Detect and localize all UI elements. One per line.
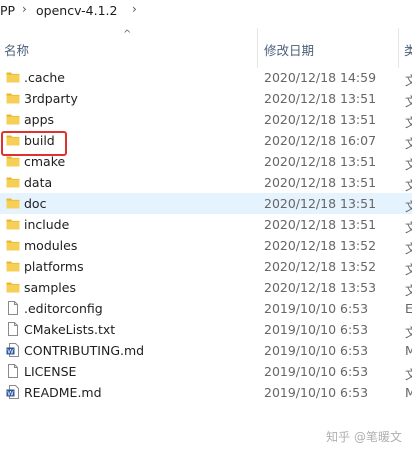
file-row[interactable]: doc 2020/12/18 13:51 文 <box>0 193 412 214</box>
file-name: include <box>24 217 70 232</box>
svg-text:W: W <box>7 348 14 356</box>
file-icon <box>6 301 20 315</box>
folder-icon <box>6 112 20 126</box>
file-date-modified: 2020/12/18 13:51 <box>264 112 377 127</box>
breadcrumb-separator: › <box>22 2 27 16</box>
file-row[interactable]: modules 2020/12/18 13:52 文 <box>0 235 412 256</box>
file-icon <box>6 322 20 336</box>
file-row[interactable]: .cache 2020/12/18 14:59 文 <box>0 67 412 88</box>
folder-icon <box>6 70 20 84</box>
file-name: README.md <box>24 385 102 400</box>
file-row[interactable]: .editorconfig 2019/10/10 6:53 E <box>0 298 412 319</box>
file-name: platforms <box>24 259 84 274</box>
sort-ascending-icon: ^ <box>123 29 132 40</box>
word-document-icon: W <box>6 343 20 357</box>
breadcrumb-separator: › <box>132 2 137 16</box>
file-date-modified: 2019/10/10 6:53 <box>264 343 369 358</box>
file-date-modified: 2019/10/10 6:53 <box>264 364 369 379</box>
breadcrumb-item-parent[interactable]: PP <box>0 3 15 18</box>
file-date-modified: 2020/12/18 13:51 <box>264 196 377 211</box>
file-row[interactable]: data 2020/12/18 13:51 文 <box>0 172 412 193</box>
file-name: .editorconfig <box>24 301 103 316</box>
file-name: 3rdparty <box>24 91 78 106</box>
file-row[interactable]: platforms 2020/12/18 13:52 文 <box>0 256 412 277</box>
file-date-modified: 2020/12/18 13:51 <box>264 217 377 232</box>
file-name: CONTRIBUTING.md <box>24 343 145 358</box>
file-name: samples <box>24 280 76 295</box>
folder-icon <box>6 238 20 252</box>
file-row[interactable]: include 2020/12/18 13:51 文 <box>0 214 412 235</box>
file-row[interactable]: apps 2020/12/18 13:51 文 <box>0 109 412 130</box>
folder-icon <box>6 154 20 168</box>
folder-icon <box>6 175 20 189</box>
file-row[interactable]: W README.md 2019/10/10 6:53 M <box>0 382 412 403</box>
column-header-row: ^ 名称 修改日期 类 <box>0 28 412 68</box>
file-date-modified: 2020/12/18 13:53 <box>264 280 377 295</box>
svg-text:W: W <box>7 390 14 398</box>
file-date-modified: 2020/12/18 13:51 <box>264 175 377 190</box>
file-date-modified: 2020/12/18 16:07 <box>264 133 377 148</box>
breadcrumb-item-current[interactable]: opencv-4.1.2 <box>36 3 117 18</box>
file-row[interactable]: CMakeLists.txt 2019/10/10 6:53 文 <box>0 319 412 340</box>
column-header-date-modified[interactable]: 修改日期 <box>264 40 314 59</box>
file-name: LICENSE <box>24 364 77 379</box>
file-name: apps <box>24 112 55 127</box>
file-date-modified: 2019/10/10 6:53 <box>264 301 369 316</box>
folder-icon <box>6 217 20 231</box>
file-date-modified: 2019/10/10 6:53 <box>264 385 369 400</box>
file-row[interactable]: samples 2020/12/18 13:53 文 <box>0 277 412 298</box>
file-name: cmake <box>24 154 66 169</box>
file-date-modified: 2020/12/18 13:52 <box>264 259 377 274</box>
file-date-modified: 2020/12/18 13:51 <box>264 154 377 169</box>
file-date-modified: 2020/12/18 13:51 <box>264 91 377 106</box>
annotation-highlight-box <box>1 131 67 156</box>
file-name: .cache <box>24 70 65 85</box>
file-row[interactable]: LICENSE 2019/10/10 6:53 文 <box>0 361 412 382</box>
column-header-name[interactable]: 名称 <box>4 40 29 59</box>
file-row[interactable]: W CONTRIBUTING.md 2019/10/10 6:53 M <box>0 340 412 361</box>
column-divider[interactable] <box>398 28 399 68</box>
column-header-type[interactable]: 类 <box>404 40 412 59</box>
vertical-scrollbar[interactable] <box>405 68 412 428</box>
folder-icon <box>6 196 20 210</box>
file-date-modified: 2020/12/18 14:59 <box>264 70 377 85</box>
breadcrumb: PP › opencv-4.1.2 › <box>0 0 412 24</box>
folder-icon <box>6 91 20 105</box>
folder-icon <box>6 280 20 294</box>
file-name: CMakeLists.txt <box>24 322 116 337</box>
file-row[interactable]: 3rdparty 2020/12/18 13:51 文 <box>0 88 412 109</box>
watermark: 知乎 @笔暖文 <box>326 430 402 444</box>
word-document-icon: W <box>6 385 20 399</box>
file-date-modified: 2019/10/10 6:53 <box>264 322 369 337</box>
folder-icon <box>6 259 20 273</box>
file-date-modified: 2020/12/18 13:52 <box>264 238 377 253</box>
file-name: data <box>24 175 53 190</box>
file-name: modules <box>24 238 78 253</box>
file-name: doc <box>24 196 47 211</box>
file-icon <box>6 364 20 378</box>
column-divider[interactable] <box>257 28 258 68</box>
